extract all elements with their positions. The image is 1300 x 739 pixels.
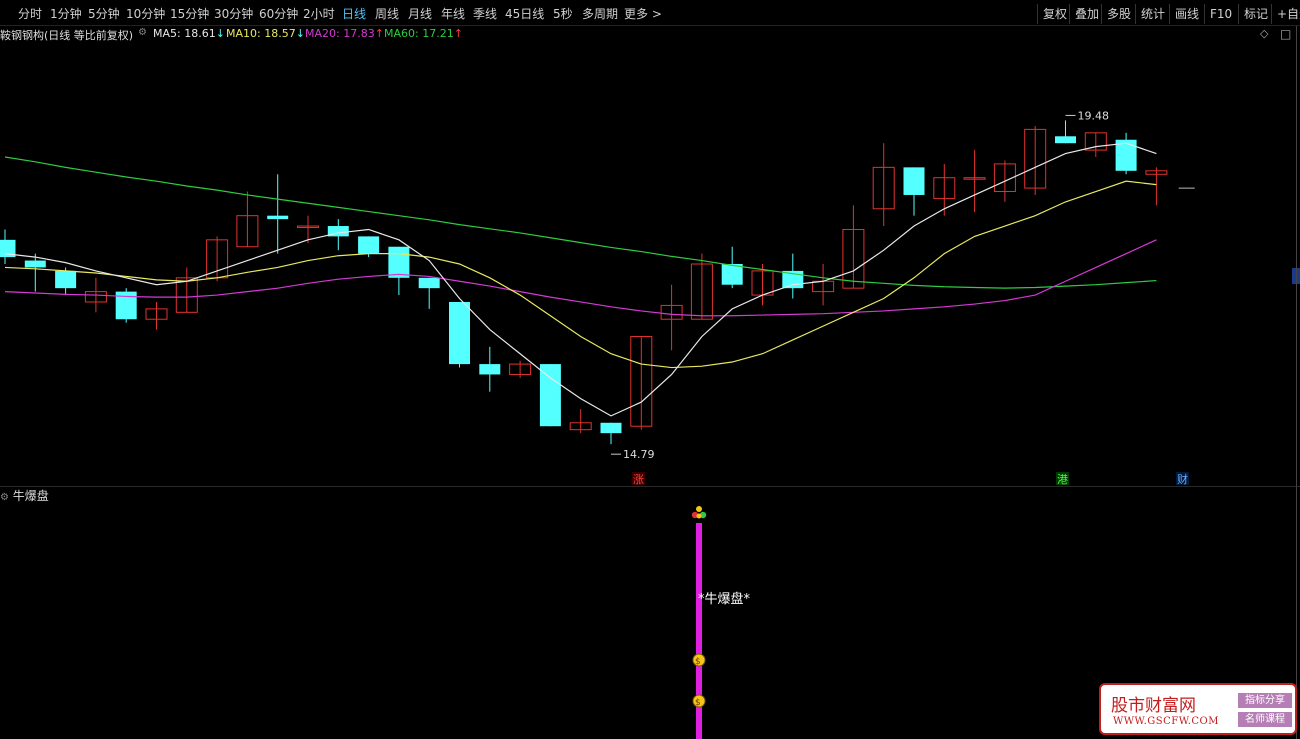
candle-body <box>24 260 46 268</box>
candlestick-chart[interactable]: 19.48 14.79 涨 港 财 <box>0 42 1300 486</box>
toolbar-button-7[interactable]: +自选 <box>1271 4 1300 24</box>
candle-body <box>418 277 440 289</box>
money-bag-glyph: $ <box>695 657 701 667</box>
candle-body <box>539 364 561 427</box>
watermark-logo: 股市财富网 WWW.GSCFW.COM 指标分享 名师课程 <box>1099 683 1297 735</box>
ma10-line <box>4 180 1157 369</box>
toolbar-button-2[interactable]: 多股 <box>1101 4 1136 24</box>
period-tab-10[interactable]: 月线 <box>408 5 432 22</box>
watermark-tag-course: 名师课程 <box>1238 712 1292 727</box>
period-tab-16[interactable]: 更多 > <box>624 5 662 22</box>
period-tab-5[interactable]: 30分钟 <box>214 5 253 22</box>
period-tab-1[interactable]: 1分钟 <box>50 5 82 22</box>
watermark-tag-share: 指标分享 <box>1238 693 1292 708</box>
candle-body <box>479 364 501 375</box>
watermark-url: WWW.GSCFW.COM <box>1113 716 1219 727</box>
high-marker-label: 19.48 <box>1078 109 1110 122</box>
period-tab-9[interactable]: 周线 <box>375 5 399 22</box>
sub-settings-icon[interactable]: ⚙ <box>0 492 9 503</box>
toolbar-button-0[interactable]: 复权 <box>1037 4 1072 24</box>
period-tab-6[interactable]: 60分钟 <box>259 5 298 22</box>
period-tab-3[interactable]: 10分钟 <box>126 5 165 22</box>
cluster-icon <box>696 506 702 512</box>
toolbar-button-1[interactable]: 叠加 <box>1069 4 1104 24</box>
toolbar-button-6[interactable]: 标记 <box>1238 4 1273 24</box>
toolbar-button-3[interactable]: 统计 <box>1135 4 1170 24</box>
candle-body <box>449 301 470 365</box>
candle-body <box>55 270 77 289</box>
ma5-readout: MA5: 18.61↓ <box>153 27 225 40</box>
candle-body <box>903 167 925 195</box>
period-tab-7[interactable]: 2小时 <box>303 5 335 22</box>
cai-marker: 财 <box>1177 472 1188 486</box>
watermark-title: 股市财富网 <box>1111 696 1196 716</box>
period-tab-4[interactable]: 15分钟 <box>170 5 209 22</box>
square-icon[interactable]: □ <box>1280 27 1291 41</box>
indicator-info-row: 鞍钢钢构(日线 等比前复权) ⚙ MA5: 18.61↓ MA10: 18.57… <box>0 26 1300 42</box>
toolbar-button-4[interactable]: 画线 <box>1169 4 1204 24</box>
period-tab-12[interactable]: 季线 <box>473 5 497 22</box>
period-tab-11[interactable]: 年线 <box>441 5 465 22</box>
period-tab-14[interactable]: 5秒 <box>553 5 573 22</box>
sub-indicator-title: ⚙ 牛爆盘 <box>0 489 49 503</box>
diamond-icon[interactable]: ◇ <box>1260 27 1268 40</box>
indicator-label: *牛爆盘* <box>698 591 751 607</box>
money-bag-glyph: $ <box>695 698 701 708</box>
ma60-readout: MA60: 17.21↑ <box>384 27 463 40</box>
toolbar-button-5[interactable]: F10 <box>1204 4 1237 24</box>
period-tab-0[interactable]: 分时 <box>18 5 42 22</box>
candle-body <box>600 422 622 434</box>
zhang-marker: 涨 <box>633 473 644 486</box>
stock-title: 鞍钢钢构(日线 等比前复权) <box>0 29 134 42</box>
candle-body <box>358 236 380 254</box>
gang-marker: 港 <box>1057 473 1068 486</box>
period-tab-8[interactable]: 日线 <box>342 5 366 22</box>
ma20-readout: MA20: 17.83↑ <box>305 27 384 40</box>
candle-body <box>267 215 289 220</box>
candle-body <box>388 246 410 278</box>
cluster-icon <box>696 513 702 519</box>
low-marker-label: 14.79 <box>623 448 655 461</box>
period-tab-13[interactable]: 45日线 <box>505 5 544 22</box>
candle-body <box>1055 136 1076 144</box>
period-toolbar: 分时 1分钟 5分钟 10分钟 15分钟 30分钟 60分钟 2小时 日线 周线 月线 年线 季线 45日… <box>0 0 1300 26</box>
period-tab-2[interactable]: 5分钟 <box>88 5 120 22</box>
panel-divider <box>0 486 1300 487</box>
ma60-line <box>4 156 1157 289</box>
settings-circle-icon[interactable]: ⚙ <box>138 27 147 38</box>
ma10-readout: MA10: 18.57↓ <box>226 27 305 40</box>
candle-body <box>721 264 743 285</box>
right-axis-line <box>1296 26 1297 739</box>
period-tab-15[interactable]: 多周期 <box>582 5 618 22</box>
